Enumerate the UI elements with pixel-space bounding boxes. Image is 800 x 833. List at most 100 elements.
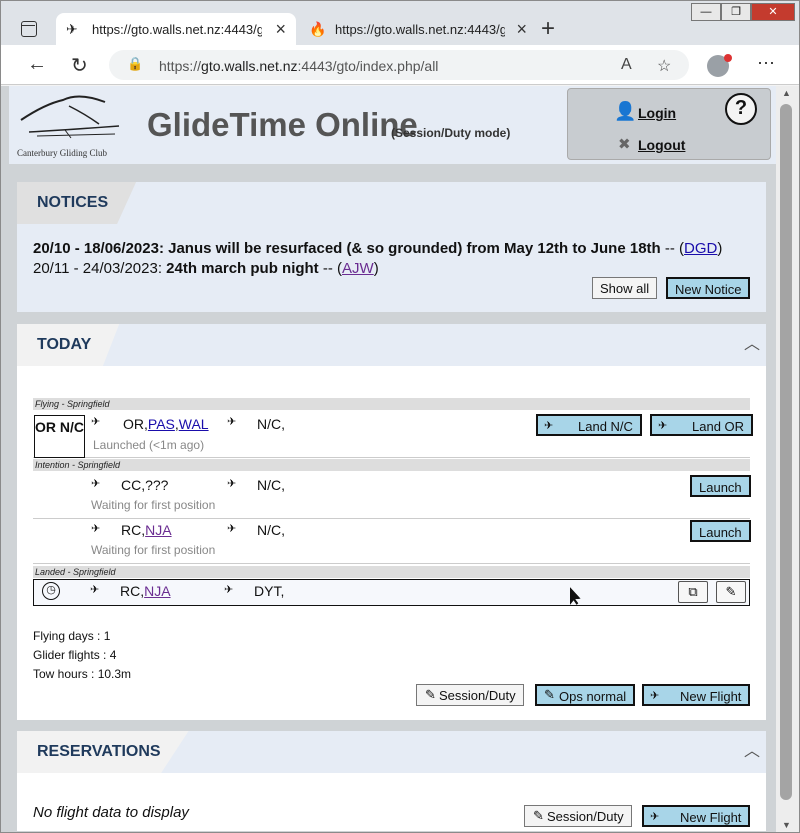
tab-gto-active[interactable]: ✈ https://gto.walls.net.nz:4443/gto/ ×	[56, 13, 296, 47]
button-label: Session/Duty	[439, 688, 516, 703]
close-tab-icon[interactable]: ×	[275, 19, 286, 40]
session-duty-button[interactable]: ✎ Session/Duty	[416, 684, 524, 706]
landed-section-label: Landed - Springfield	[33, 566, 750, 578]
intention-status: Waiting for first position	[91, 498, 216, 512]
new-tab-icon[interactable]: +	[541, 15, 555, 43]
collapse-chevron-icon[interactable]: ︿	[744, 330, 760, 354]
maximize-button[interactable]: ❐	[721, 3, 751, 21]
glider-icon: ✈	[90, 584, 100, 596]
glider-code: OR,	[123, 416, 148, 432]
pilot-link[interactable]: NJA	[144, 583, 170, 599]
glider-icon: ✈	[91, 416, 101, 428]
scroll-down-icon[interactable]: ▼	[782, 820, 791, 830]
favorites-icon[interactable]: ☆	[657, 56, 671, 76]
button-label: New Flight	[680, 689, 742, 704]
notice-author-link[interactable]: DGD	[684, 240, 717, 257]
notice-dates: 20/11 - 24/03/2023:	[33, 260, 162, 277]
logout-x-icon: ✖	[618, 136, 631, 153]
tab-title: https://gto.walls.net.nz:4443/gto/	[92, 22, 262, 37]
tow-hours-stat: Tow hours : 10.3m	[33, 667, 132, 681]
close-window-button[interactable]: ✕	[751, 3, 795, 21]
button-label: Ops normal	[559, 689, 627, 704]
new-notice-button[interactable]: New Notice	[666, 277, 751, 299]
button-label: Session/Duty	[547, 809, 624, 824]
login-link[interactable]: Login	[638, 105, 676, 121]
tab-actions-icon[interactable]	[21, 21, 37, 37]
today-header: TODAY ︿	[17, 324, 766, 366]
land-nc-button[interactable]: ✈ Land N/C	[536, 414, 642, 436]
page-content: Canterbury Gliding Club GlideTime Online…	[1, 86, 776, 832]
glider-icon: ✈	[91, 523, 101, 535]
glider-icon: ✈	[650, 811, 660, 823]
new-flight-button[interactable]: ✈ New Flight	[642, 684, 751, 706]
towplane-icon: ✈	[227, 416, 237, 428]
mode-label: (Session/Duty mode)	[391, 126, 511, 140]
url-path: :4443/gto/index.php/all	[297, 58, 439, 74]
flying-section-label: Flying - Springfield	[33, 398, 750, 410]
show-all-button[interactable]: Show all	[592, 277, 658, 299]
refresh-icon[interactable]: ↻	[71, 53, 88, 78]
session-duty-button[interactable]: ✎ Session/Duty	[524, 805, 632, 827]
notice-text: 24th march pub night	[166, 260, 319, 277]
ops-normal-button[interactable]: ✎ Ops normal	[535, 684, 636, 706]
launch-button[interactable]: Launch	[690, 475, 751, 497]
tug-status: OR N/C	[34, 415, 85, 458]
button-label: Land N/C	[578, 419, 633, 434]
notices-header: NOTICES	[17, 182, 766, 224]
land-or-button[interactable]: ✈ Land OR	[650, 414, 754, 436]
button-label: Land OR	[692, 419, 745, 434]
notice-text: Janus will be resurfaced (& so grounded)…	[168, 240, 661, 257]
url-field[interactable]: 🔒 https://gto.walls.net.nz:4443/gto/inde…	[109, 50, 689, 80]
pencil-icon: ✎	[425, 687, 436, 702]
intention-status: Waiting for first position	[91, 543, 216, 557]
today-title: TODAY	[17, 324, 120, 366]
flight-status: Launched (<1m ago)	[93, 438, 205, 452]
glider-favicon-icon: ✈	[66, 21, 78, 37]
launch-button[interactable]: Launch	[690, 520, 751, 542]
notices-panel: NOTICES 20/10 - 18/06/2023: Janus will b…	[17, 182, 766, 312]
read-aloud-icon[interactable]: A	[621, 56, 632, 74]
notice-item: 20/11 - 24/03/2023: 24th march pub night…	[33, 260, 379, 277]
copy-icon[interactable]: ⧉	[678, 581, 708, 603]
today-panel: TODAY ︿ Flying - Springfield OR N/C ✈ OR,…	[17, 324, 766, 720]
close-tab-icon[interactable]: ×	[516, 19, 527, 40]
edit-pencil-icon[interactable]: ✎	[716, 581, 746, 603]
minimize-button[interactable]: —	[691, 3, 721, 21]
address-bar-row: ← ↻ 🔒 https://gto.walls.net.nz:4443/gto/…	[1, 45, 799, 85]
scroll-up-icon[interactable]: ▲	[782, 88, 791, 98]
pilot-link[interactable]: PAS	[148, 416, 175, 432]
pencil-icon: ✎	[544, 687, 555, 702]
reservations-panel: RESERVATIONS ︿ No flight data to display …	[17, 731, 766, 831]
back-icon[interactable]: ←	[27, 53, 47, 76]
logout-link[interactable]: Logout	[638, 137, 685, 153]
app-title: GlideTime Online	[147, 106, 418, 143]
site-header: Canterbury Gliding Club GlideTime Online…	[9, 86, 776, 164]
scrollbar-thumb[interactable]	[780, 104, 792, 800]
no-data-message: No flight data to display	[33, 804, 189, 821]
landed-row[interactable]: ◷ ✈ RC,NJA ✈ DYT, ⧉ ✎	[33, 579, 750, 606]
club-logo: Canterbury Gliding Club	[15, 94, 127, 162]
glider-icon: ✈	[658, 420, 668, 432]
notice-author-link[interactable]: AJW	[342, 260, 374, 277]
user-icon: 👤	[614, 101, 637, 121]
new-flight-button[interactable]: ✈ New Flight	[642, 805, 751, 827]
tab-title: https://gto.walls.net.nz:4443/gto/	[335, 22, 505, 37]
more-menu-icon[interactable]: ⋯	[757, 53, 775, 74]
glider-icon: ✈	[650, 690, 660, 702]
tab-gto-2[interactable]: 🔥 https://gto.walls.net.nz:4443/gto/ ×	[299, 13, 537, 47]
help-icon[interactable]: ?	[725, 93, 757, 125]
scrollbar[interactable]: ▲ ▼	[776, 86, 799, 832]
intention-glider: RC,NJA	[121, 522, 172, 538]
pilot-link[interactable]: NJA	[145, 522, 171, 538]
glider-code: RC,	[120, 583, 145, 599]
notice-end: )	[373, 260, 379, 277]
pilot-link[interactable]: WAL	[179, 416, 209, 432]
notice-item: 20/10 - 18/06/2023: Janus will be resurf…	[33, 240, 722, 257]
notices-title: NOTICES	[17, 182, 137, 224]
tow-info: DYT,	[254, 583, 285, 599]
notice-dates: 20/10 - 18/06/2023:	[33, 240, 164, 257]
button-label: New Flight	[680, 810, 742, 825]
tow-info: N/C,	[257, 477, 285, 493]
collapse-chevron-icon[interactable]: ︿	[744, 737, 760, 761]
profile-avatar-icon[interactable]	[707, 54, 732, 77]
